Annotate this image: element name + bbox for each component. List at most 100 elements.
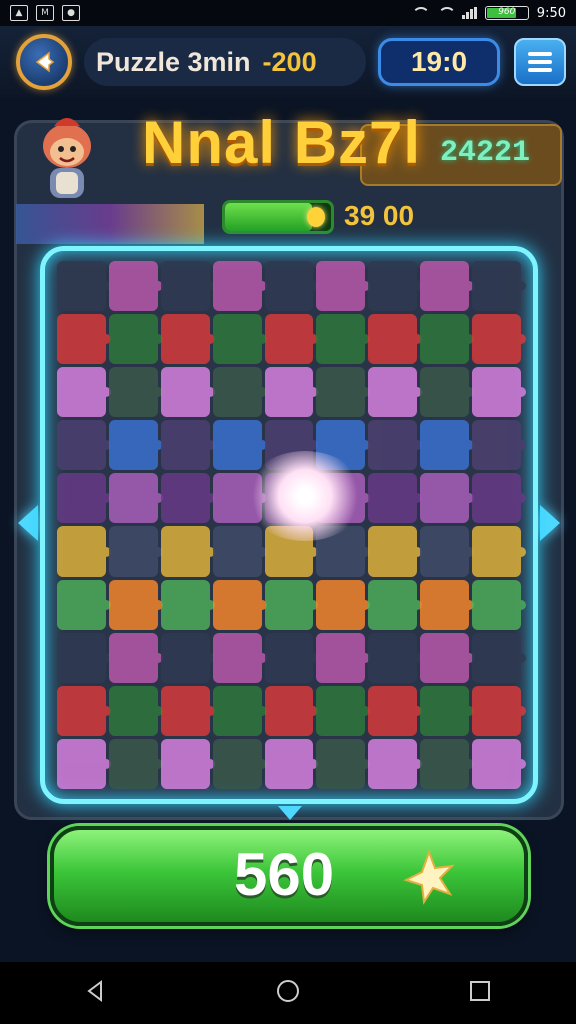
puzzle-piece[interactable]: [420, 473, 474, 524]
puzzle-piece[interactable]: [264, 314, 319, 365]
puzzle-piece[interactable]: [368, 685, 423, 736]
puzzle-piece[interactable]: [264, 685, 319, 736]
puzzle-piece[interactable]: [472, 367, 526, 418]
nav-back-button[interactable]: [83, 978, 109, 1008]
battery-label: 960: [498, 7, 516, 17]
puzzle-piece[interactable]: [212, 526, 267, 577]
puzzle-piece[interactable]: [316, 314, 371, 365]
puzzle-piece[interactable]: [160, 526, 215, 577]
nav-home-button[interactable]: [275, 978, 301, 1008]
clock: 9:50: [536, 5, 566, 21]
puzzle-piece[interactable]: [420, 261, 474, 312]
back-button[interactable]: [16, 34, 72, 90]
battery-icon: 960: [484, 6, 529, 20]
puzzle-piece[interactable]: [472, 632, 526, 683]
puzzle-piece[interactable]: [316, 579, 371, 630]
puzzle-piece[interactable]: [472, 685, 526, 736]
puzzle-piece[interactable]: [57, 420, 111, 471]
puzzle-piece[interactable]: [108, 738, 163, 789]
puzzle-piece[interactable]: [264, 738, 319, 789]
circle-home-icon: [277, 980, 299, 1002]
puzzle-piece[interactable]: [472, 738, 526, 789]
puzzle-piece[interactable]: [108, 526, 163, 577]
score-button-value[interactable]: 560: [234, 840, 334, 909]
puzzle-piece[interactable]: [420, 526, 474, 577]
puzzle-piece[interactable]: [108, 685, 163, 736]
menu-icon: [528, 52, 552, 56]
puzzle-piece[interactable]: [316, 738, 371, 789]
puzzle-piece[interactable]: [420, 685, 474, 736]
puzzle-piece[interactable]: [368, 473, 423, 524]
puzzle-piece[interactable]: [420, 579, 474, 630]
puzzle-piece[interactable]: [316, 632, 371, 683]
puzzle-piece[interactable]: [420, 314, 474, 365]
level-title-pill: Puzzle 3min -200: [84, 38, 366, 86]
puzzle-piece[interactable]: [57, 738, 111, 789]
puzzle-piece[interactable]: [316, 367, 371, 418]
puzzle-piece[interactable]: [57, 314, 111, 365]
puzzle-piece[interactable]: [160, 579, 215, 630]
menu-button[interactable]: [514, 38, 566, 86]
puzzle-piece[interactable]: [264, 367, 319, 418]
puzzle-piece[interactable]: [472, 473, 526, 524]
puzzle-piece[interactable]: [420, 738, 474, 789]
puzzle-piece[interactable]: [420, 367, 474, 418]
coin-icon: [307, 207, 325, 227]
puzzle-piece[interactable]: [57, 632, 111, 683]
puzzle-piece[interactable]: [264, 579, 319, 630]
nav-recents-button[interactable]: [467, 978, 493, 1008]
puzzle-piece[interactable]: [368, 261, 423, 312]
puzzle-piece[interactable]: [368, 738, 423, 789]
puzzle-piece[interactable]: [108, 420, 163, 471]
puzzle-piece[interactable]: [316, 261, 371, 312]
puzzle-piece[interactable]: [108, 632, 163, 683]
puzzle-piece[interactable]: [57, 261, 111, 312]
puzzle-piece[interactable]: [472, 420, 526, 471]
puzzle-piece[interactable]: [368, 632, 423, 683]
puzzle-piece[interactable]: [420, 632, 474, 683]
puzzle-piece[interactable]: [368, 420, 423, 471]
puzzle-piece[interactable]: [57, 367, 111, 418]
puzzle-piece[interactable]: [57, 579, 111, 630]
puzzle-piece[interactable]: [368, 579, 423, 630]
puzzle-piece[interactable]: [212, 420, 267, 471]
puzzle-board[interactable]: [40, 246, 538, 804]
puzzle-piece[interactable]: [472, 314, 526, 365]
puzzle-piece[interactable]: [160, 685, 215, 736]
puzzle-piece[interactable]: [108, 367, 163, 418]
puzzle-piece[interactable]: [160, 738, 215, 789]
puzzle-piece[interactable]: [108, 473, 163, 524]
puzzle-piece[interactable]: [57, 473, 111, 524]
puzzle-piece[interactable]: [472, 261, 526, 312]
puzzle-piece[interactable]: [160, 367, 215, 418]
next-arrow-icon[interactable]: [540, 505, 560, 541]
puzzle-piece[interactable]: [108, 314, 163, 365]
puzzle-piece[interactable]: [368, 367, 423, 418]
puzzle-piece[interactable]: [212, 632, 267, 683]
puzzle-piece[interactable]: [160, 261, 215, 312]
puzzle-piece[interactable]: [472, 579, 526, 630]
puzzle-piece[interactable]: [212, 738, 267, 789]
puzzle-piece[interactable]: [212, 314, 267, 365]
puzzle-piece[interactable]: [368, 526, 423, 577]
puzzle-piece[interactable]: [160, 632, 215, 683]
puzzle-piece[interactable]: [108, 261, 163, 312]
puzzle-piece[interactable]: [108, 579, 163, 630]
puzzle-piece[interactable]: [264, 261, 319, 312]
puzzle-piece[interactable]: [212, 261, 267, 312]
puzzle-piece[interactable]: [160, 420, 215, 471]
puzzle-piece[interactable]: [212, 367, 267, 418]
puzzle-piece[interactable]: [212, 579, 267, 630]
previous-arrow-icon[interactable]: [18, 505, 38, 541]
puzzle-piece[interactable]: [264, 632, 319, 683]
puzzle-strip-decoration: [16, 204, 204, 244]
puzzle-piece[interactable]: [316, 685, 371, 736]
puzzle-piece[interactable]: [212, 685, 267, 736]
puzzle-piece[interactable]: [57, 526, 111, 577]
puzzle-piece[interactable]: [57, 685, 111, 736]
puzzle-piece[interactable]: [368, 314, 423, 365]
puzzle-piece[interactable]: [160, 314, 215, 365]
puzzle-piece[interactable]: [420, 420, 474, 471]
puzzle-piece[interactable]: [160, 473, 215, 524]
puzzle-piece[interactable]: [472, 526, 526, 577]
